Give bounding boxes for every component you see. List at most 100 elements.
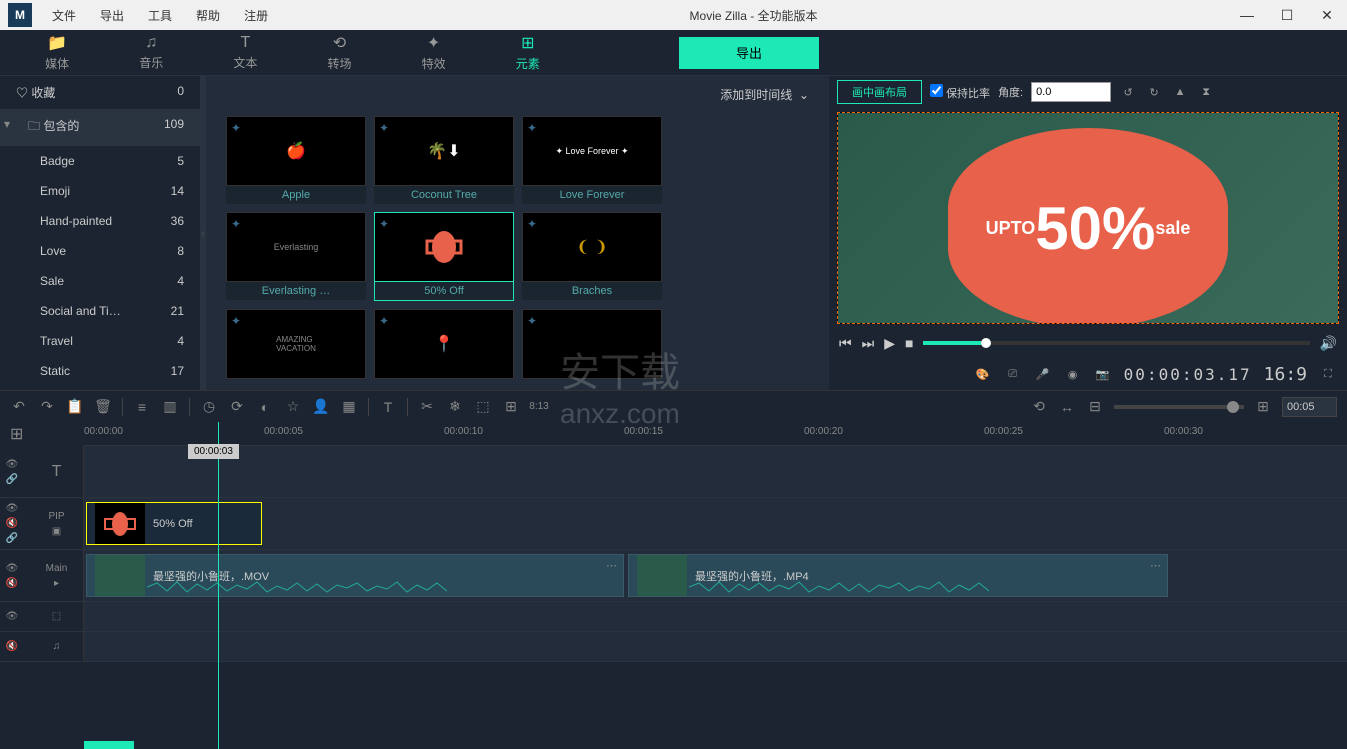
close-button[interactable]: ✕ [1307, 0, 1347, 30]
sidebar-item-handpainted[interactable]: Hand-painted36 [0, 206, 200, 236]
main-clip-2[interactable]: 最坚强的小鲁班，.MP4 ⋯ [628, 554, 1168, 597]
star-icon[interactable]: ☆ [284, 398, 302, 416]
sync-icon[interactable]: ⟲ [1030, 398, 1048, 416]
eye-icon[interactable]: 👁 [6, 459, 19, 470]
menu-help[interactable]: 帮助 [184, 7, 232, 24]
sidebar-item-social[interactable]: Social and Ti…21 [0, 296, 200, 326]
chevron-down-icon[interactable]: ▾ [4, 117, 10, 131]
element-card[interactable]: ✦AMAZINGVACATION [226, 309, 366, 379]
fullscreen-icon[interactable]: ⛶ [1319, 365, 1337, 383]
menu-file[interactable]: 文件 [40, 7, 88, 24]
sidebar-item-travel[interactable]: Travel4 [0, 326, 200, 356]
tab-effects[interactable]: ✦特效 [387, 29, 481, 76]
maximize-button[interactable]: ☐ [1267, 0, 1307, 30]
overlay-track-head[interactable]: 👁 ⬚ [0, 602, 84, 631]
snapshot-icon[interactable]: 📷 [1094, 365, 1112, 383]
volume-icon[interactable]: 🔊 [1320, 335, 1337, 352]
element-card-everlasting[interactable]: ✦EverlastingEverlasting … [226, 212, 366, 301]
timeline-ruler[interactable]: 00:00:00 00:00:05 00:00:10 00:00:15 00:0… [84, 422, 1347, 446]
pip-clip[interactable]: 50% Off [86, 502, 262, 545]
type-icon[interactable]: T [379, 398, 397, 416]
angle-input[interactable] [1031, 82, 1111, 102]
fit-icon[interactable]: ↔ [1058, 398, 1076, 416]
mute-icon[interactable]: 🔇 [6, 578, 18, 589]
tab-media[interactable]: 📁媒体 [10, 29, 104, 76]
text-track-head[interactable]: 👁🔗 T [0, 446, 84, 497]
eye-icon[interactable]: 👁 [6, 503, 19, 514]
clip-menu-icon[interactable]: ⋯ [1150, 559, 1161, 572]
element-card[interactable]: ✦📍 [374, 309, 514, 379]
element-card-apple[interactable]: ✦🍎Apple [226, 116, 366, 204]
cut-icon[interactable]: ✂ [418, 398, 436, 416]
timeline-scrollbar[interactable] [84, 741, 134, 749]
playhead[interactable]: 00:00:03 [218, 422, 219, 749]
menu-export[interactable]: 导出 [88, 7, 136, 24]
element-card-braches[interactable]: ✦❨ ❩Braches [522, 212, 662, 301]
flip-h-icon[interactable]: ▲ [1171, 83, 1189, 101]
next-button[interactable]: ⏭ [862, 335, 875, 352]
tab-elements[interactable]: ⊞元素 [481, 29, 575, 76]
element-card-50off[interactable]: ✦50% Off [374, 212, 514, 301]
refresh-icon[interactable]: ⟳ [228, 398, 246, 416]
palette-icon[interactable]: 🎨 [974, 365, 992, 383]
element-card-coconut[interactable]: ✦🌴⬇Coconut Tree [374, 116, 514, 204]
sidebar-favorites[interactable]: ♡ 收藏0 [0, 76, 200, 109]
person-icon[interactable]: 👤 [312, 398, 330, 416]
pip-layout-button[interactable]: 画中画布局 [837, 80, 922, 104]
columns-icon[interactable]: ▥ [161, 398, 179, 416]
tab-transition[interactable]: ⟲转场 [292, 29, 386, 76]
main-track-head[interactable]: 👁🔇 Main▸ [0, 550, 84, 601]
mute-icon[interactable]: 🔇 [6, 518, 18, 529]
minimize-button[interactable]: — [1227, 0, 1267, 30]
tab-text[interactable]: T文本 [198, 30, 292, 75]
audio-track-head[interactable]: 🔇 ♫ [0, 632, 84, 661]
sidebar-item-badge[interactable]: Badge5 [0, 146, 200, 176]
tab-music[interactable]: ♫音乐 [104, 30, 198, 75]
pip-track-head[interactable]: 👁🔇🔗 PIP▣ [0, 498, 84, 549]
play-button[interactable]: ▶ [884, 335, 895, 352]
redo-icon[interactable]: ↷ [38, 398, 56, 416]
menu-tools[interactable]: 工具 [136, 7, 184, 24]
export-button[interactable]: 导出 [679, 37, 819, 69]
undo-icon[interactable]: ↶ [10, 398, 28, 416]
time-input[interactable] [1282, 397, 1337, 417]
flip-v-icon[interactable]: ⧗ [1197, 83, 1215, 101]
zoom-in-icon[interactable]: ⊞ [1254, 398, 1272, 416]
clock-icon[interactable]: ◷ [200, 398, 218, 416]
rotate-left-icon[interactable]: ↺ [1119, 83, 1137, 101]
eye-icon[interactable]: 👁 [6, 611, 19, 622]
element-card[interactable]: ✦ [522, 309, 662, 379]
preview-canvas[interactable]: UPTO 50% sale [837, 112, 1339, 324]
eye-icon[interactable]: 👁 [6, 563, 19, 574]
record-icon[interactable]: ◉ [1064, 365, 1082, 383]
grid-icon[interactable]: ▦ [340, 398, 358, 416]
sidebar-item-sale[interactable]: Sale4 [0, 266, 200, 296]
menu-register[interactable]: 注册 [232, 7, 280, 24]
sidebar-included[interactable]: 🗀 包含的109 [0, 109, 200, 146]
stop-button[interactable]: ■ [905, 335, 913, 351]
zoom-out-icon[interactable]: ⊟ [1086, 398, 1104, 416]
progress-bar[interactable] [923, 341, 1309, 345]
clip-menu-icon[interactable]: ⋯ [606, 559, 617, 572]
element-card-love[interactable]: ✦✦ Love Forever ✦Love Forever [522, 116, 662, 204]
keep-ratio-checkbox[interactable]: 保持比率 [930, 84, 990, 101]
crop-icon[interactable]: ⬚ [474, 398, 492, 416]
aspect-display[interactable]: 16:9 [1264, 364, 1307, 385]
delete-icon[interactable]: 🗑 [94, 398, 112, 416]
camera-icon[interactable]: ⎚ [1004, 365, 1022, 383]
mic-icon[interactable]: 🎤 [1034, 365, 1052, 383]
sidebar-item-static[interactable]: Static17 [0, 356, 200, 386]
add-track-button[interactable]: ⊞ [10, 424, 30, 444]
main-clip-1[interactable]: 最坚强的小鲁班，.MOV ⋯ [86, 554, 624, 597]
zoom-slider[interactable] [1114, 405, 1244, 409]
contrast-icon[interactable]: ◐ [256, 398, 274, 416]
prev-button[interactable]: ⏮ [839, 335, 852, 352]
adjust-icon[interactable]: ⊞ [502, 398, 520, 416]
link-icon[interactable]: 🔗 [6, 533, 18, 544]
mute-icon[interactable]: 🔇 [6, 641, 18, 652]
ratio-label[interactable]: 8:13 [530, 398, 548, 416]
sidebar-item-emoji[interactable]: Emoji14 [0, 176, 200, 206]
paste-icon[interactable]: 📋 [66, 398, 84, 416]
rotate-right-icon[interactable]: ↻ [1145, 83, 1163, 101]
add-to-timeline-button[interactable]: 添加到时间线 ⌄ [720, 86, 809, 103]
